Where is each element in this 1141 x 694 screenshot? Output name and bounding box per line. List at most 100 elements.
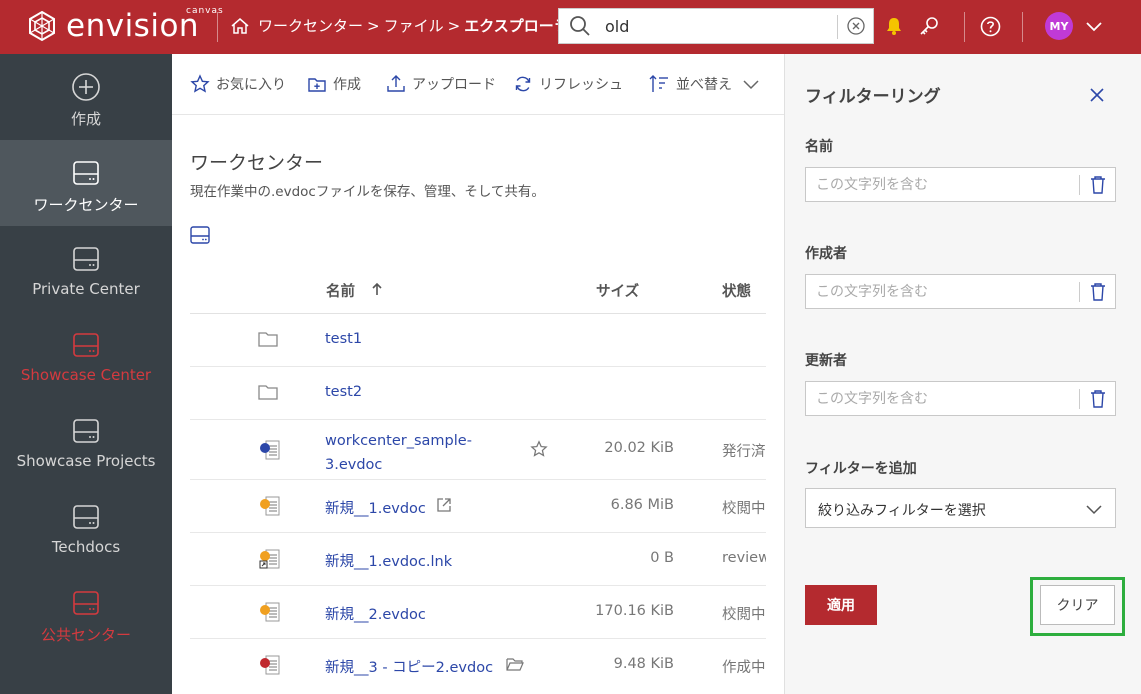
sidebar-item-workcenter[interactable]: ワークセンター xyxy=(0,140,172,226)
app-logo[interactable]: envision canvas xyxy=(26,6,223,44)
favorite-label: お気に入り xyxy=(216,77,286,93)
add-filter-select[interactable]: 絞り込みフィルターを選択 xyxy=(805,488,1116,528)
table-row[interactable]: test2 xyxy=(190,367,766,420)
sidebar-item-private-center[interactable]: Private Center xyxy=(0,226,172,312)
column-header-size[interactable]: サイズ xyxy=(596,280,639,301)
add-filter-select-value: 絞り込みフィルターを選択 xyxy=(818,503,986,519)
file-name[interactable]: test1 xyxy=(325,331,362,347)
filter-updater-label: 更新者 xyxy=(805,353,847,369)
file-size: 170.16 KiB xyxy=(595,603,674,619)
file-name[interactable]: 新規__1.evdoc.lnk xyxy=(325,550,452,571)
drive-icon xyxy=(73,333,99,357)
logo-text: envision xyxy=(66,8,200,44)
drive-icon xyxy=(190,226,210,244)
sidebar-item-public-center[interactable]: 公共センター xyxy=(0,570,172,656)
trash-icon[interactable] xyxy=(1089,175,1107,195)
sidebar-item-showcase-projects[interactable]: Showcase Projects xyxy=(0,398,172,484)
page-description: 現在作業中の.evdocファイルを保存、管理、そして共有。 xyxy=(190,184,545,200)
drive-icon xyxy=(73,161,99,185)
drive-icon xyxy=(73,419,99,443)
drive-icon xyxy=(73,247,99,271)
search-box xyxy=(558,8,874,44)
refresh-button[interactable]: リフレッシュ xyxy=(513,74,623,94)
favorite-button[interactable]: お気に入り xyxy=(190,74,286,94)
file-name[interactable]: 新規__1.evdoc xyxy=(325,497,426,518)
divider xyxy=(837,15,838,39)
divider xyxy=(1079,389,1080,409)
folder-icon xyxy=(258,332,278,347)
star-icon[interactable] xyxy=(530,440,548,458)
file-size: 9.48 KiB xyxy=(613,656,674,672)
divider xyxy=(964,12,965,42)
apply-button[interactable]: 適用 xyxy=(805,585,877,625)
file-name[interactable]: 新規__3 - コピー2.evdoc xyxy=(325,656,493,677)
file-name[interactable]: workcenter_sample- 3.evdoc xyxy=(325,429,472,477)
help-icon[interactable] xyxy=(980,16,1001,37)
clear-search-icon[interactable] xyxy=(846,16,866,36)
breadcrumb-item[interactable]: ワークセンター xyxy=(258,15,363,36)
user-avatar[interactable]: MY xyxy=(1045,12,1073,40)
filter-author-field xyxy=(805,274,1116,309)
breadcrumb-separator: > xyxy=(447,16,461,35)
toolbar: お気に入り 作成 アップロード リフレッシュ 並べ替え xyxy=(172,54,784,115)
bell-icon[interactable] xyxy=(884,16,904,36)
create-button[interactable]: 作成 xyxy=(307,74,361,94)
filter-name-field xyxy=(805,167,1116,202)
table-row[interactable]: test1 xyxy=(190,314,766,367)
sidebar-item-techdocs[interactable]: Techdocs xyxy=(0,484,172,570)
filter-panel: フィルターリング 名前 作成者 更新者 フィルターを追加 絞り込みフィルターを選… xyxy=(784,54,1141,694)
home-icon[interactable] xyxy=(230,16,250,36)
chevron-down-icon[interactable] xyxy=(1085,19,1103,33)
table-row[interactable]: workcenter_sample- 3.evdoc 20.02 KiB 発行済み xyxy=(190,420,766,480)
table-row[interactable]: 新規__2.evdoc 170.16 KiB 校閲中 xyxy=(190,586,766,639)
file-name-line: workcenter_sample- xyxy=(325,433,472,449)
plus-circle-icon xyxy=(72,73,100,101)
divider xyxy=(1022,12,1023,42)
clear-button[interactable]: クリア xyxy=(1040,585,1115,625)
divider xyxy=(1079,175,1080,195)
sidebar-item-showcase-center[interactable]: Showcase Center xyxy=(0,312,172,398)
sort-icon xyxy=(649,75,668,92)
file-status: 発行済み xyxy=(722,444,766,460)
evdoc-file-icon xyxy=(260,602,280,622)
folder-open-icon[interactable] xyxy=(506,656,524,672)
drive-icon xyxy=(73,505,99,529)
create-label: 作成 xyxy=(333,77,361,93)
table-row[interactable]: 新規__1.evdoc.lnk 0 B review xyxy=(190,533,766,586)
sidebar-item-create[interactable]: 作成 xyxy=(0,54,172,140)
page-title: ワークセンター xyxy=(190,152,324,174)
sort-button[interactable]: 並べ替え xyxy=(648,74,766,94)
table-row[interactable]: 新規__3 - コピー2.evdoc 9.48 KiB 作成中 xyxy=(190,639,766,694)
file-status: review xyxy=(722,550,766,566)
upload-button[interactable]: アップロード xyxy=(386,74,496,94)
table-row[interactable]: 新規__1.evdoc 6.86 MiB 校閲中 xyxy=(190,480,766,533)
envision-logo-icon xyxy=(29,10,55,42)
upload-icon xyxy=(387,75,405,92)
folder-icon xyxy=(258,385,278,400)
external-link-icon[interactable] xyxy=(436,497,452,513)
filter-author-label: 作成者 xyxy=(805,246,847,262)
breadcrumb-item[interactable]: ファイル xyxy=(384,15,444,36)
evdoc-file-icon xyxy=(260,496,280,516)
filter-name-label: 名前 xyxy=(805,139,833,155)
key-icon[interactable] xyxy=(918,15,940,37)
column-header-name[interactable]: 名前 xyxy=(326,280,355,301)
evdoc-link-file-icon xyxy=(259,549,280,569)
file-name[interactable]: 新規__2.evdoc xyxy=(325,603,426,624)
file-name[interactable]: test2 xyxy=(325,384,362,400)
drive-icon xyxy=(73,591,99,615)
breadcrumb: ワークセンター > ファイル > エクスプローラー xyxy=(230,15,584,36)
filter-author-input[interactable] xyxy=(816,282,1066,302)
column-header-status[interactable]: 状態 xyxy=(722,280,751,301)
trash-icon[interactable] xyxy=(1089,389,1107,409)
close-icon[interactable] xyxy=(1090,88,1104,102)
search-icon xyxy=(570,16,590,36)
filter-updater-field xyxy=(805,381,1116,416)
file-status: 校閲中 xyxy=(722,501,766,517)
filter-name-input[interactable] xyxy=(816,175,1066,195)
chevron-down-icon xyxy=(743,80,759,90)
refresh-label: リフレッシュ xyxy=(539,77,623,93)
trash-icon[interactable] xyxy=(1089,282,1107,302)
filter-updater-input[interactable] xyxy=(816,389,1066,409)
search-input[interactable] xyxy=(605,15,835,37)
